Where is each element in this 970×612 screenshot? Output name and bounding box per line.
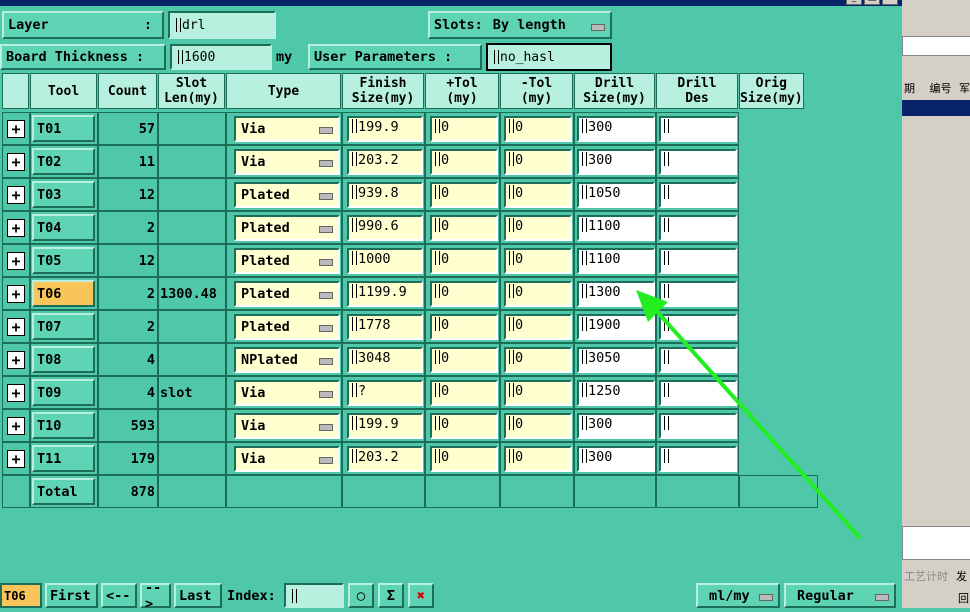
bg-label: 工艺计时 发	[902, 566, 970, 586]
annotation-arrow	[636, 290, 862, 540]
delete-icon[interactable]: ✖	[408, 583, 434, 608]
sum-icon[interactable]: Σ	[378, 583, 404, 608]
bg-col-1: 期	[904, 82, 915, 95]
units-value: ml/my	[709, 587, 750, 604]
next-button[interactable]: -->	[140, 580, 171, 612]
bg-search-field	[902, 36, 970, 56]
arrow-shaft	[650, 304, 862, 540]
text-cursor-icon	[292, 588, 297, 603]
index-label: Index:	[227, 587, 276, 604]
bg-label-text-3: 回	[958, 592, 969, 605]
mode-value: Regular	[797, 587, 854, 604]
bg-label-text-2: 发	[956, 570, 967, 583]
background-window: 期 编号 军 工艺计时 发 回	[902, 0, 970, 608]
current-tool-indicator: T06	[0, 583, 42, 608]
first-button[interactable]: First	[45, 583, 98, 608]
units-dropdown[interactable]: ml/my	[696, 583, 780, 608]
last-button[interactable]: Last	[174, 583, 222, 608]
dropdown-icon	[759, 594, 773, 601]
bg-selected-row	[902, 100, 970, 116]
dropdown-icon	[875, 594, 889, 601]
bg-label-text: 工艺计时	[904, 570, 948, 583]
bg-col-2: 编号	[929, 82, 952, 95]
lightbulb-icon[interactable]: ◯	[348, 583, 374, 608]
bg-panel	[902, 526, 970, 560]
mode-dropdown[interactable]: Regular	[784, 583, 896, 608]
bg-table-header: 期 编号 军	[902, 80, 970, 101]
bg-col-3: 军	[959, 82, 970, 95]
index-input[interactable]	[284, 583, 344, 608]
prev-button[interactable]: <--	[101, 583, 137, 608]
